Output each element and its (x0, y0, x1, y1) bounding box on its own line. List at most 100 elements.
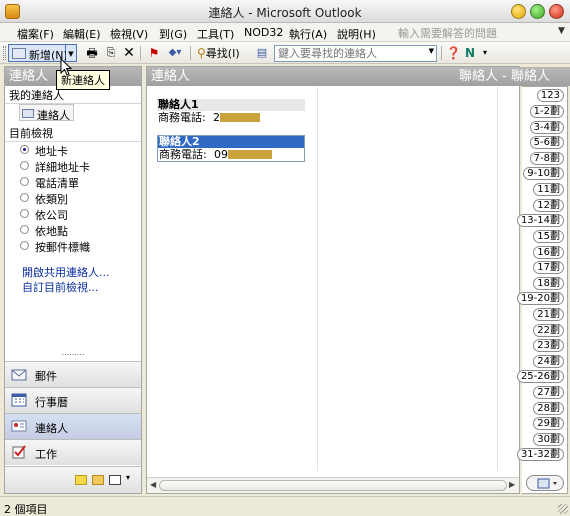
follow-up-flag-icon[interactable]: ⚑ (147, 44, 161, 62)
help-icon[interactable]: ❓ (446, 44, 461, 62)
index-tab[interactable]: 11劃 (533, 183, 564, 196)
find-button-label: 尋找(I) (205, 47, 240, 60)
nav-button-label: 連絡人 (35, 422, 68, 435)
index-tab[interactable]: 16劃 (533, 246, 564, 259)
delete-icon[interactable]: ✕ (122, 44, 136, 62)
index-tab[interactable]: 1-2劃 (529, 105, 564, 118)
menu-edit[interactable]: 編輯(E) (63, 26, 101, 42)
tasks-icon (12, 445, 26, 459)
toolbar-options-icon[interactable]: ▾ (481, 44, 489, 62)
nav-button-label: 郵件 (35, 370, 57, 383)
resize-grip-icon[interactable] (558, 504, 568, 514)
redaction-block (228, 150, 272, 159)
radio-unselected[interactable] (20, 241, 29, 250)
find-contact-box[interactable]: ▼ (274, 45, 437, 62)
radio-unselected[interactable] (20, 209, 29, 218)
index-tab[interactable]: 17劃 (533, 261, 564, 274)
minimize-button[interactable] (511, 4, 526, 19)
index-tab[interactable]: 123 (536, 89, 564, 102)
new-contact-button[interactable]: 新增(N) (8, 44, 68, 62)
notes-icon[interactable] (75, 475, 87, 485)
index-tab[interactable]: 30劃 (533, 433, 564, 446)
find-icon: ⚲ (197, 46, 206, 60)
index-tab[interactable]: 15劃 (533, 230, 564, 243)
index-tab[interactable]: 22劃 (533, 324, 564, 337)
index-tab[interactable]: 5-6劃 (529, 136, 564, 149)
folder-list-icon[interactable] (92, 475, 104, 485)
horizontal-scrollbar[interactable]: ◀ ▶ (147, 477, 519, 493)
radio-unselected[interactable] (20, 161, 29, 170)
index-tab[interactable]: 13-14劃 (516, 214, 564, 227)
nav-button-contacts[interactable]: 連絡人 (5, 413, 141, 439)
radio-unselected[interactable] (20, 177, 29, 186)
index-tab[interactable]: 3-4劃 (529, 121, 564, 134)
nav-pane-splitter[interactable]: ......... (5, 349, 141, 357)
nav-button-calendar[interactable]: 行事曆 (5, 387, 141, 413)
toolbar-separator (441, 46, 442, 60)
menu-go[interactable]: 到(G) (159, 26, 187, 42)
chevron-down-icon[interactable]: ▼ (558, 26, 565, 36)
menu-tools[interactable]: 工具(T) (197, 26, 234, 42)
column-separator[interactable] (317, 87, 318, 471)
contact-card-field: 商務電話: 09 (158, 148, 304, 161)
view-title: 連絡人 (151, 69, 191, 84)
index-tab[interactable]: 23劃 (533, 339, 564, 352)
index-tab[interactable]: 18劃 (533, 277, 564, 290)
index-language-button[interactable] (526, 475, 564, 491)
index-tab[interactable]: 25-26劃 (516, 370, 564, 383)
index-tab[interactable]: 24劃 (533, 355, 564, 368)
radio-selected[interactable] (20, 145, 29, 154)
contact-card[interactable]: 聯絡人1 商務電話: 2 (157, 99, 305, 124)
menu-file[interactable]: 檔案(F) (17, 26, 54, 42)
move-to-folder-icon[interactable]: ⎘ (103, 44, 119, 62)
shortcuts-icon[interactable] (109, 475, 121, 485)
print-icon[interactable]: 🖶 (84, 44, 100, 62)
column-separator[interactable] (497, 87, 498, 471)
current-view-heading[interactable]: 目前檢視 (5, 125, 141, 142)
nav-button-mail[interactable]: 郵件 (5, 361, 141, 387)
radio-unselected[interactable] (20, 193, 29, 202)
menu-help[interactable]: 說明(H) (337, 26, 376, 42)
field-value: 2 (213, 111, 220, 124)
index-language-icon (537, 478, 557, 489)
contact-card-name[interactable]: 聯絡人2 (158, 136, 304, 148)
contacts-view: 連絡人 聯絡人 - 聯絡人 聯絡人1 商務電話: 2 聯絡人2 商務電話: 09… (146, 66, 570, 494)
configure-buttons-icon[interactable]: ▾ (126, 473, 134, 483)
index-tab[interactable]: 31-32劃 (516, 448, 564, 461)
index-tab[interactable]: 28劃 (533, 402, 564, 415)
scroll-right-icon[interactable]: ▶ (509, 480, 515, 489)
index-tab[interactable]: 7-8劃 (529, 152, 564, 165)
menu-actions[interactable]: 執行(A) (289, 26, 327, 42)
scrollbar-thumb[interactable] (159, 480, 507, 491)
index-tab[interactable]: 19-20劃 (516, 292, 564, 305)
scroll-left-icon[interactable]: ◀ (150, 480, 156, 489)
toolbar-grip[interactable] (3, 46, 6, 60)
my-contacts-folder-label: 連絡人 (37, 109, 70, 122)
item-count: 2 個項目 (4, 503, 48, 516)
customize-current-view-link[interactable]: 自訂目前檢視... (22, 279, 99, 295)
nav-button-tasks[interactable]: 工作 (5, 439, 141, 465)
chevron-down-icon[interactable]: ▼ (429, 47, 434, 55)
maximize-button[interactable] (530, 4, 545, 19)
my-contacts-folder[interactable]: 連絡人 (19, 104, 74, 122)
menu-view[interactable]: 檢視(V) (110, 26, 148, 42)
index-tab[interactable]: 21劃 (533, 308, 564, 321)
address-book-icon[interactable]: ▤ (254, 44, 270, 62)
onenote-icon[interactable]: N (463, 44, 477, 62)
contact-card-selected[interactable]: 聯絡人2 商務電話: 09 (157, 135, 305, 162)
index-tab[interactable]: 27劃 (533, 386, 564, 399)
menu-nod32[interactable]: NOD32 (244, 26, 283, 39)
index-tab[interactable]: 9-10劃 (523, 167, 564, 180)
open-shared-contacts-link[interactable]: 開啟共用連絡人... (22, 264, 110, 280)
find-button[interactable]: ⚲尋找(I) (197, 44, 247, 62)
index-tab[interactable]: 12劃 (533, 199, 564, 212)
field-value: 09 (214, 148, 228, 161)
close-button[interactable] (549, 4, 564, 19)
help-question-box[interactable]: 輸入需要解答的問題 (398, 25, 497, 41)
radio-unselected[interactable] (20, 225, 29, 234)
field-label: 商務電話: (159, 148, 207, 161)
index-tab[interactable]: 29劃 (533, 417, 564, 430)
contact-card-name[interactable]: 聯絡人1 (157, 99, 305, 111)
categorize-icon[interactable]: ◆▾ (164, 44, 186, 62)
find-contact-input[interactable] (275, 46, 425, 61)
